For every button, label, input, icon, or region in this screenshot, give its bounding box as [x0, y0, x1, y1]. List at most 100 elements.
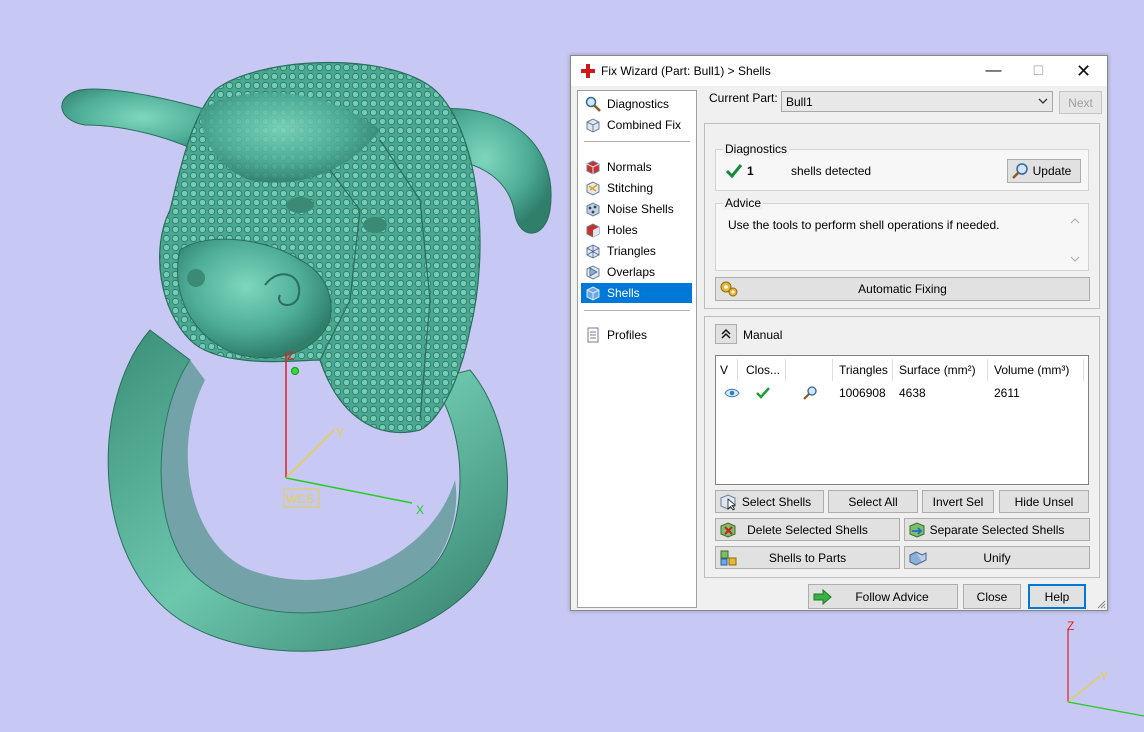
profiles-icon: [587, 327, 599, 343]
nav-item-label: Overlaps: [607, 265, 656, 279]
overview-panel: Diagnostics 1 shells detected Update Adv…: [704, 123, 1100, 309]
hide-unselected-button[interactable]: Hide Unsel: [999, 490, 1089, 513]
magnifier-icon: [1012, 163, 1028, 179]
close-window-button[interactable]: ✕: [1061, 56, 1106, 86]
triangles-cell: 1006908: [839, 386, 886, 400]
visibility-cell[interactable]: [720, 383, 742, 403]
nav-item-label: Combined Fix: [607, 118, 682, 132]
nav-item-combined-fix[interactable]: Combined Fix: [581, 115, 692, 135]
diagnostics-message: shells detected: [791, 164, 872, 178]
corner-z-label: Z: [1067, 619, 1074, 633]
checkmark-icon: [756, 387, 770, 399]
corner-axes: Z Y: [1067, 619, 1144, 717]
nav-item-triangles[interactable]: Triangles: [581, 241, 692, 261]
current-part-label: Current Part:: [709, 91, 778, 105]
manual-collapse-toggle[interactable]: [715, 324, 737, 344]
nav-item-profiles[interactable]: Profiles: [581, 325, 692, 345]
diagnostics-group: Diagnostics 1 shells detected Update: [715, 142, 1089, 191]
advice-scrollbar[interactable]: [1068, 215, 1082, 265]
automatic-fixing-button[interactable]: Automatic Fixing: [715, 277, 1090, 301]
resize-grip-icon[interactable]: [1096, 599, 1106, 609]
nav-item-label: Triangles: [607, 244, 656, 258]
arrow-right-icon: [813, 588, 832, 606]
nav-divider: [584, 310, 690, 311]
chevron-down-icon: [1038, 98, 1048, 104]
nav-item-holes[interactable]: Holes: [581, 220, 692, 240]
current-part-select[interactable]: Bull1: [781, 91, 1053, 112]
follow-advice-button[interactable]: Follow Advice: [808, 584, 958, 609]
current-part-value: Bull1: [786, 94, 813, 109]
cube-icon: [586, 118, 600, 133]
unify-icon: [909, 551, 927, 566]
col-header-surface[interactable]: Surface (mm²): [895, 359, 988, 381]
nav-item-stitching[interactable]: Stitching: [581, 178, 692, 198]
invert-selection-button[interactable]: Invert Sel: [922, 490, 994, 513]
nav-item-label: Noise Shells: [607, 202, 674, 216]
nav-item-overlaps[interactable]: Overlaps: [581, 262, 692, 282]
manual-title: Manual: [743, 328, 783, 342]
eye-icon: [724, 388, 740, 398]
triangles-icon: [586, 244, 600, 259]
delete-selected-label: Delete Selected Shells: [747, 522, 868, 537]
follow-advice-label: Follow Advice: [855, 589, 929, 604]
diagnostics-title: Diagnostics: [723, 142, 790, 156]
manual-panel: Manual V Clos... Triangles Surface (mm²)…: [704, 316, 1100, 578]
shell-count: 1: [747, 164, 754, 178]
nav-item-label: Normals: [607, 160, 652, 174]
minimize-button[interactable]: —: [971, 56, 1016, 86]
nav-item-label: Diagnostics: [607, 97, 670, 111]
nav-item-label: Holes: [607, 223, 638, 237]
shells-icon: [586, 286, 600, 301]
automatic-fixing-label: Automatic Fixing: [858, 282, 947, 296]
shells-to-parts-button[interactable]: Shells to Parts: [715, 546, 900, 569]
separate-shell-icon: [909, 522, 925, 538]
x-axis-label: X: [416, 503, 424, 517]
maximize-button[interactable]: ☐: [1016, 56, 1061, 86]
shells-to-parts-icon: [720, 550, 737, 566]
nav-item-normals[interactable]: Normals: [581, 157, 692, 177]
advice-title: Advice: [723, 196, 764, 210]
nav-item-noise-shells[interactable]: Noise Shells: [581, 199, 692, 219]
delete-shell-icon: [720, 522, 736, 538]
col-header-action[interactable]: [788, 359, 833, 381]
update-button[interactable]: Update: [1007, 159, 1081, 183]
separate-selected-label: Separate Selected Shells: [929, 522, 1065, 537]
zoom-cell[interactable]: [798, 383, 828, 403]
nav-item-label: Shells: [607, 286, 640, 300]
select-shells-button[interactable]: Select Shells: [715, 490, 824, 513]
unify-label: Unify: [983, 550, 1011, 565]
wizard-nav: Diagnostics Combined Fix Normals Stitchi…: [577, 90, 697, 608]
overlaps-icon: [586, 265, 600, 280]
unify-button[interactable]: Unify: [904, 546, 1090, 569]
chevron-up-double-icon: [721, 328, 731, 339]
shells-to-parts-label: Shells to Parts: [768, 550, 847, 565]
col-header-visible[interactable]: V: [716, 359, 738, 381]
col-header-volume[interactable]: Volume (mm³): [990, 359, 1084, 381]
z-axis-label: Z: [287, 349, 294, 363]
delete-selected-shells-button[interactable]: Delete Selected Shells: [715, 518, 900, 541]
corner-y-label: Y: [1100, 669, 1108, 683]
select-all-button[interactable]: Select All: [828, 490, 918, 513]
advice-text: Use the tools to perform shell operation…: [728, 218, 1000, 232]
advice-textbox[interactable]: Use the tools to perform shell operation…: [720, 212, 1084, 266]
stitching-icon: [586, 181, 600, 196]
select-cube-icon: [720, 494, 736, 511]
shells-table[interactable]: V Clos... Triangles Surface (mm²) Volume…: [715, 355, 1089, 485]
nav-item-label: Stitching: [607, 181, 654, 195]
closed-cell: [752, 383, 782, 403]
nav-item-shells[interactable]: Shells: [581, 283, 692, 303]
volume-cell: 2611: [994, 386, 1020, 400]
surface-cell: 4638: [899, 386, 926, 400]
magnifier-icon: [803, 386, 817, 400]
wcs-label: WCS: [286, 492, 314, 506]
nav-item-diagnostics[interactable]: Diagnostics: [581, 94, 692, 114]
title-bar[interactable]: Fix Wizard (Part: Bull1) > Shells — ☐ ✕: [571, 56, 1107, 86]
holes-icon: [586, 223, 600, 238]
col-header-closed[interactable]: Clos...: [742, 359, 786, 381]
next-button[interactable]: Next: [1059, 91, 1102, 114]
close-button[interactable]: Close: [963, 584, 1021, 609]
help-button[interactable]: Help: [1028, 584, 1086, 609]
col-header-triangles[interactable]: Triangles: [835, 359, 893, 381]
separate-selected-shells-button[interactable]: Separate Selected Shells: [904, 518, 1090, 541]
fix-wizard-dialog: Fix Wizard (Part: Bull1) > Shells — ☐ ✕ …: [570, 55, 1108, 611]
